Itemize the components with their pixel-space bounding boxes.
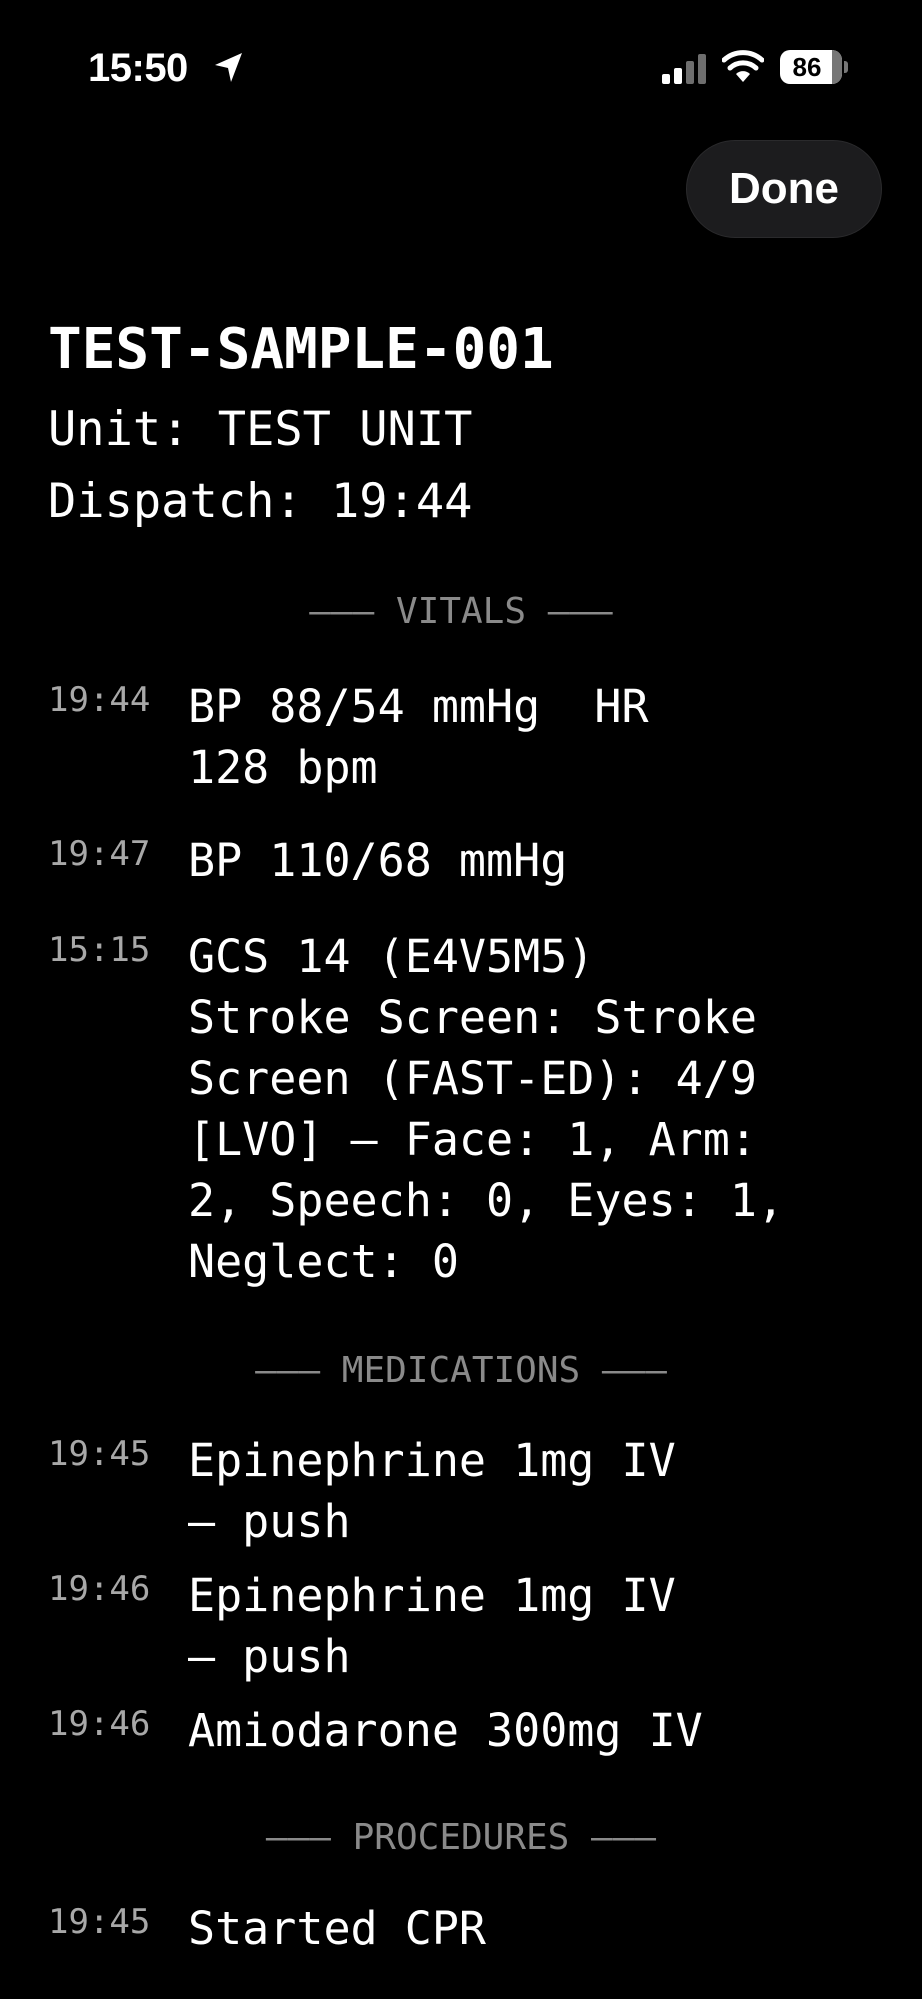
status-time: 15:50 <box>88 46 188 90</box>
battery-level: 86 <box>792 52 822 82</box>
status-bar: 15:50 86 <box>0 0 922 120</box>
entry-time: 19:45 <box>48 1434 151 1474</box>
entry-text: BP 110/68 mmHg <box>188 834 568 887</box>
entry-text: BP 88/54 mmHg HR 128 bpm <box>188 680 649 794</box>
section-header-medications: ——— MEDICATIONS ——— <box>255 1350 667 1391</box>
entry-text: Epinephrine 1mg IV — push <box>188 1569 676 1683</box>
battery-tip <box>844 61 848 73</box>
cellular-signal-icon <box>662 54 706 84</box>
unit-label: Unit: TEST UNIT <box>48 402 473 457</box>
entry-text: Amiodarone 300mg IV <box>188 1704 703 1757</box>
section-header-vitals: ——— VITALS ——— <box>309 591 613 632</box>
done-button[interactable]: Done <box>686 140 882 238</box>
wifi-icon <box>722 50 764 82</box>
entry-text: GCS 14 (E4V5M5) Stroke Screen: Stroke Sc… <box>188 930 785 1288</box>
entry-text: Started CPR <box>188 1902 487 1955</box>
entry-time: 19:47 <box>48 834 151 874</box>
location-arrow-icon <box>215 53 242 82</box>
entry-time: 15:15 <box>48 930 151 970</box>
entry-time: 19:45 <box>48 1902 151 1942</box>
section-header-procedures: ——— PROCEDURES ——— <box>265 1817 657 1858</box>
entry-time: 19:44 <box>48 680 151 720</box>
dispatch-label: Dispatch: 19:44 <box>48 474 473 529</box>
record-title: TEST-SAMPLE-001 <box>48 317 554 382</box>
entry-text: Epinephrine 1mg IV — push <box>188 1434 676 1548</box>
entry-time: 19:46 <box>48 1569 151 1609</box>
entry-time: 19:46 <box>48 1704 151 1744</box>
battery-icon: 86 <box>780 50 842 84</box>
